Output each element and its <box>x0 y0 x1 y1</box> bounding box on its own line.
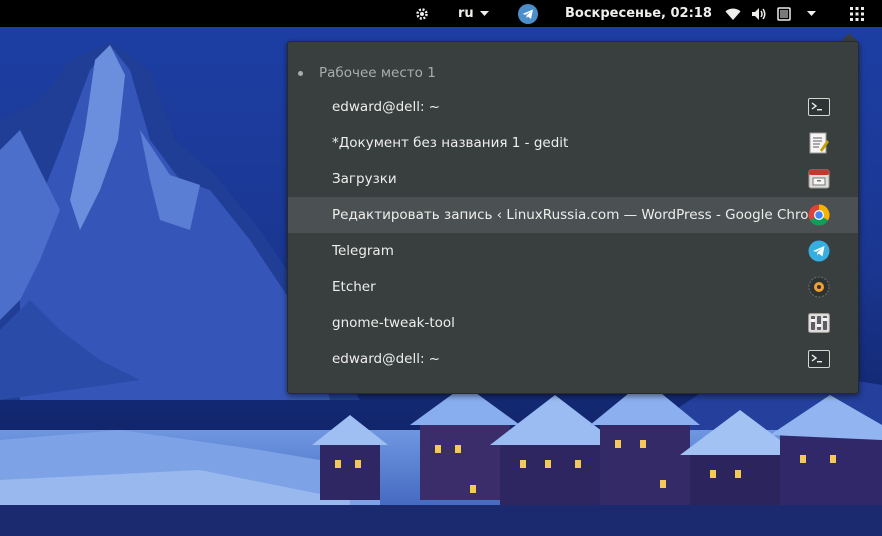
gedit-icon <box>807 132 831 154</box>
system-status-area[interactable] <box>725 0 816 27</box>
window-item-label: Telegram <box>332 243 394 259</box>
workspace-title: Рабочее место 1 <box>319 65 436 81</box>
etcher-icon <box>807 276 831 298</box>
window-list-menu: Рабочее место 1 edward@dell: ~ *Документ… <box>287 41 859 394</box>
workspace-header[interactable]: Рабочее место 1 <box>288 61 858 85</box>
window-item-downloads[interactable]: Загрузки <box>288 161 858 197</box>
window-item-telegram[interactable]: Telegram <box>288 233 858 269</box>
window-item-label: *Документ без названия 1 - gedit <box>332 135 569 151</box>
terminal-icon <box>807 96 831 118</box>
language-selector[interactable]: ru <box>458 0 489 27</box>
window-item-chrome[interactable]: Редактировать запись ‹ LinuxRussia.com —… <box>288 197 858 233</box>
top-panel: ru Воскресенье, 02:18 <box>0 0 882 27</box>
terminal-icon <box>807 348 831 370</box>
window-item-label: Редактировать запись ‹ LinuxRussia.com —… <box>332 207 830 223</box>
telegram-tray-icon[interactable] <box>518 0 538 27</box>
activities-grid-icon[interactable] <box>850 0 864 27</box>
tweak-tool-icon <box>807 312 831 334</box>
workspace-dot-icon <box>298 70 303 76</box>
files-icon <box>807 168 831 190</box>
window-item-gedit[interactable]: *Документ без названия 1 - gedit <box>288 125 858 161</box>
settings-gear-icon[interactable] <box>414 0 430 27</box>
window-item-terminal-2[interactable]: edward@dell: ~ <box>288 341 858 377</box>
battery-icon <box>777 6 791 21</box>
window-item-tweak-tool[interactable]: gnome-tweak-tool <box>288 305 858 341</box>
chrome-icon <box>807 204 831 226</box>
wifi-icon <box>725 8 741 20</box>
window-item-label: gnome-tweak-tool <box>332 315 455 331</box>
language-label: ru <box>458 6 474 21</box>
telegram-icon <box>807 240 831 262</box>
window-item-terminal[interactable]: edward@dell: ~ <box>288 89 858 125</box>
system-menu-caret-icon <box>807 10 816 16</box>
window-item-label: Загрузки <box>332 171 397 187</box>
window-item-label: edward@dell: ~ <box>332 99 441 115</box>
window-item-label: Etcher <box>332 279 376 295</box>
volume-icon <box>752 7 766 20</box>
window-item-etcher[interactable]: Etcher <box>288 269 858 305</box>
chevron-down-icon <box>479 10 489 16</box>
clock[interactable]: Воскресенье, 02:18 <box>565 0 712 27</box>
window-item-label: edward@dell: ~ <box>332 351 441 367</box>
